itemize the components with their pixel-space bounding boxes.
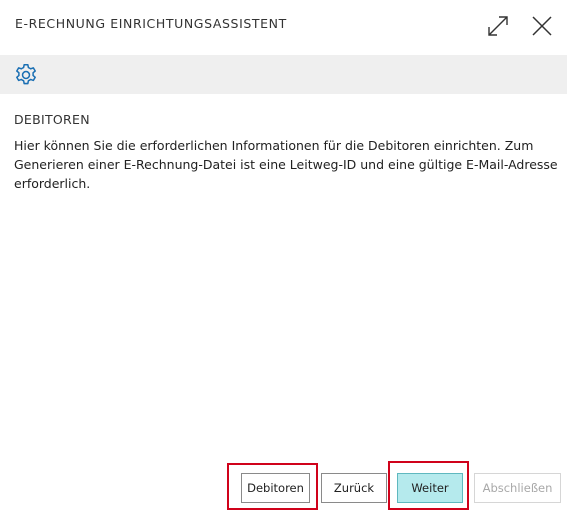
dialog-title: E-RECHNUNG EINRICHTUNGSASSISTENT [15, 16, 287, 31]
setup-wizard-dialog: E-RECHNUNG EINRICHTUNGSASSISTENT DEBITOR… [0, 0, 567, 514]
back-button[interactable]: Zurück [321, 473, 387, 503]
close-button[interactable] [530, 14, 554, 38]
action-bar [0, 55, 567, 94]
close-icon [532, 16, 552, 36]
next-button[interactable]: Weiter [397, 473, 463, 503]
expand-button[interactable] [486, 14, 510, 38]
section-description: Hier können Sie die erforderlichen Infor… [14, 138, 558, 191]
finish-button: Abschließen [474, 473, 561, 503]
debitoren-button[interactable]: Debitoren [241, 473, 310, 503]
section-heading: DEBITOREN [14, 112, 90, 127]
expand-icon [488, 16, 508, 36]
gear-icon[interactable] [13, 62, 39, 88]
